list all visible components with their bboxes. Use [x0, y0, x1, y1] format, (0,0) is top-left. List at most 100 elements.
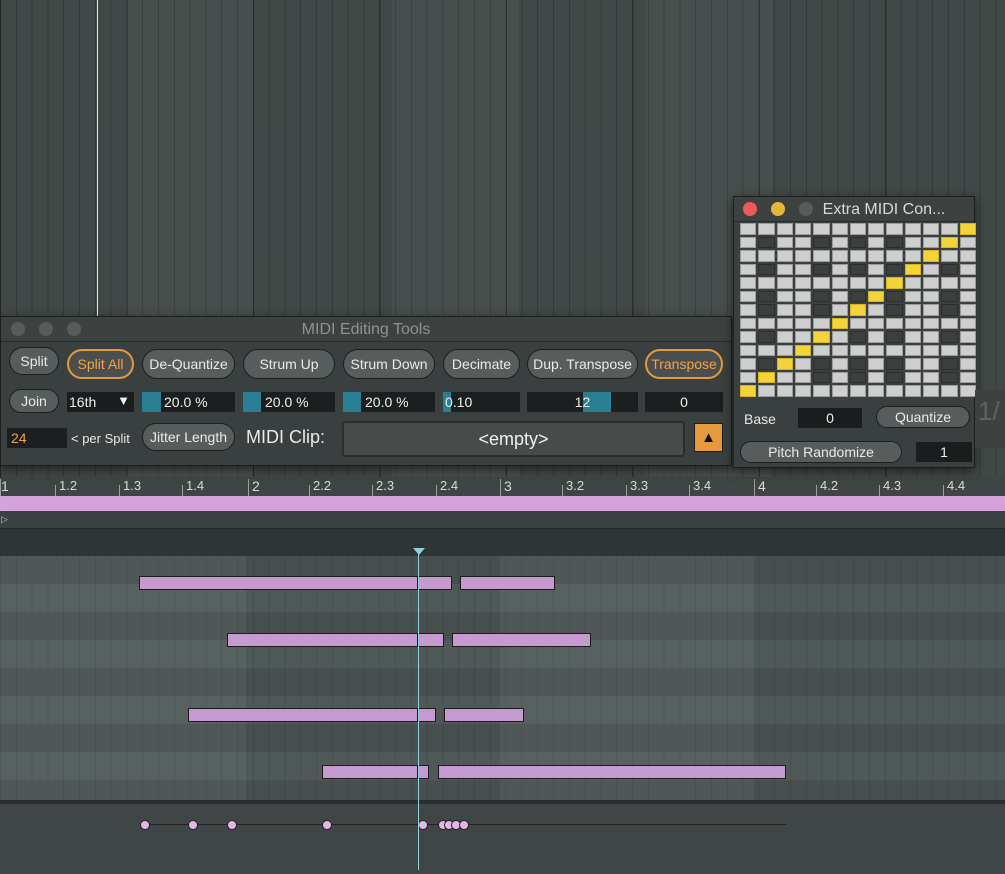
matrix-cell[interactable] — [758, 277, 775, 289]
matrix-cell[interactable] — [923, 331, 940, 343]
matrix-cell[interactable] — [776, 385, 793, 397]
matrix-cell[interactable] — [831, 317, 848, 330]
matrix-cell[interactable] — [886, 236, 903, 249]
matrix-cell[interactable] — [813, 263, 830, 276]
matrix-cell[interactable] — [813, 385, 830, 397]
matrix-cell[interactable] — [794, 223, 812, 235]
matrix-cell[interactable] — [923, 304, 940, 316]
matrix-cell[interactable] — [776, 263, 793, 276]
matrix-cell[interactable] — [868, 358, 885, 370]
matrix-cell[interactable] — [758, 223, 775, 235]
matrix-cell[interactable] — [776, 277, 793, 289]
matrix-cell[interactable] — [758, 331, 775, 343]
transpose-button[interactable]: Transpose — [645, 349, 723, 379]
matrix-cell[interactable] — [813, 344, 830, 357]
matrix-cell[interactable] — [868, 250, 885, 262]
matrix-cell[interactable] — [849, 263, 867, 276]
matrix-cell[interactable] — [959, 358, 976, 370]
midi-note[interactable] — [227, 633, 418, 647]
matrix-cell[interactable] — [740, 304, 757, 316]
matrix-cell[interactable] — [904, 371, 922, 384]
velocity-handle[interactable] — [418, 820, 428, 830]
matrix-cell[interactable] — [831, 250, 848, 262]
matrix-cell[interactable] — [941, 344, 958, 357]
matrix-cell[interactable] — [740, 277, 757, 289]
matrix-cell[interactable] — [740, 223, 757, 235]
matrix-cell[interactable] — [868, 223, 885, 235]
matrix-cell[interactable] — [849, 223, 867, 235]
velocity-handle[interactable] — [459, 820, 469, 830]
dup-transpose-amount-slider[interactable]: 12 — [527, 392, 638, 412]
strum-up-button[interactable]: Strum Up — [243, 349, 335, 379]
midi-note[interactable] — [452, 633, 591, 647]
matrix-cell[interactable] — [794, 317, 812, 330]
pitch-randomize-number-field[interactable]: 1 — [916, 442, 972, 462]
matrix-cell[interactable] — [959, 385, 976, 397]
matrix-cell[interactable] — [959, 223, 976, 235]
matrix-cell[interactable] — [959, 317, 976, 330]
velocity-handle[interactable] — [227, 820, 237, 830]
matrix-cell[interactable] — [941, 236, 958, 249]
minimize-button[interactable] — [771, 202, 785, 216]
matrix-cell[interactable] — [959, 263, 976, 276]
matrix-cell[interactable] — [886, 385, 903, 397]
velocity-handle[interactable] — [188, 820, 198, 830]
velocity-handle[interactable] — [140, 820, 150, 830]
velocity-lane[interactable] — [0, 800, 1005, 874]
matrix-cell[interactable] — [923, 317, 940, 330]
matrix-cell[interactable] — [941, 304, 958, 316]
matrix-cell[interactable] — [904, 263, 922, 276]
matrix-cell[interactable] — [740, 236, 757, 249]
matrix-cell[interactable] — [904, 358, 922, 370]
loop-brace[interactable]: ▷ — [0, 496, 1005, 511]
matrix-cell[interactable] — [758, 236, 775, 249]
matrix-cell[interactable] — [776, 250, 793, 262]
matrix-cell[interactable] — [831, 290, 848, 303]
matrix-cell[interactable] — [941, 223, 958, 235]
matrix-cell[interactable] — [758, 385, 775, 397]
matrix-cell[interactable] — [886, 304, 903, 316]
per-split-number-field[interactable]: 24 — [7, 428, 67, 448]
matrix-cell[interactable] — [886, 331, 903, 343]
midi-note[interactable] — [418, 633, 444, 647]
matrix-cell[interactable] — [740, 358, 757, 370]
matrix-cell[interactable] — [776, 317, 793, 330]
matrix-cell[interactable] — [849, 371, 867, 384]
matrix-cell[interactable] — [813, 290, 830, 303]
midi-note[interactable] — [139, 576, 418, 590]
matrix-cell[interactable] — [941, 250, 958, 262]
matrix-cell[interactable] — [794, 331, 812, 343]
matrix-cell[interactable] — [941, 358, 958, 370]
matrix-cell[interactable] — [941, 277, 958, 289]
matrix-cell[interactable] — [868, 331, 885, 343]
matrix-cell[interactable] — [758, 317, 775, 330]
midi-note-editor[interactable] — [0, 556, 1005, 800]
matrix-cell[interactable] — [849, 290, 867, 303]
matrix-cell[interactable] — [813, 223, 830, 235]
matrix-cell[interactable] — [886, 250, 903, 262]
matrix-cell[interactable] — [923, 290, 940, 303]
matrix-cell[interactable] — [849, 331, 867, 343]
midi-note[interactable] — [438, 765, 786, 779]
matrix-cell[interactable] — [886, 371, 903, 384]
matrix-cell[interactable] — [886, 277, 903, 289]
matrix-cell[interactable] — [886, 223, 903, 235]
matrix-cell[interactable] — [849, 344, 867, 357]
strum-down-amount-slider[interactable]: 20.0 % — [343, 392, 435, 412]
matrix-cell[interactable] — [868, 277, 885, 289]
matrix-cell[interactable] — [794, 277, 812, 289]
matrix-cell[interactable] — [941, 290, 958, 303]
strum-down-button[interactable]: Strum Down — [343, 349, 435, 379]
matrix-cell[interactable] — [904, 385, 922, 397]
matrix-cell[interactable] — [904, 331, 922, 343]
matrix-cell[interactable] — [794, 371, 812, 384]
matrix-cell[interactable] — [849, 277, 867, 289]
matrix-cell[interactable] — [740, 371, 757, 384]
midi-note[interactable] — [322, 765, 418, 779]
matrix-cell[interactable] — [868, 263, 885, 276]
decimate-amount-slider[interactable]: 0.10 — [443, 392, 520, 412]
matrix-cell[interactable] — [923, 223, 940, 235]
matrix-cell[interactable] — [923, 250, 940, 262]
matrix-cell[interactable] — [959, 344, 976, 357]
matrix-cell[interactable] — [831, 331, 848, 343]
